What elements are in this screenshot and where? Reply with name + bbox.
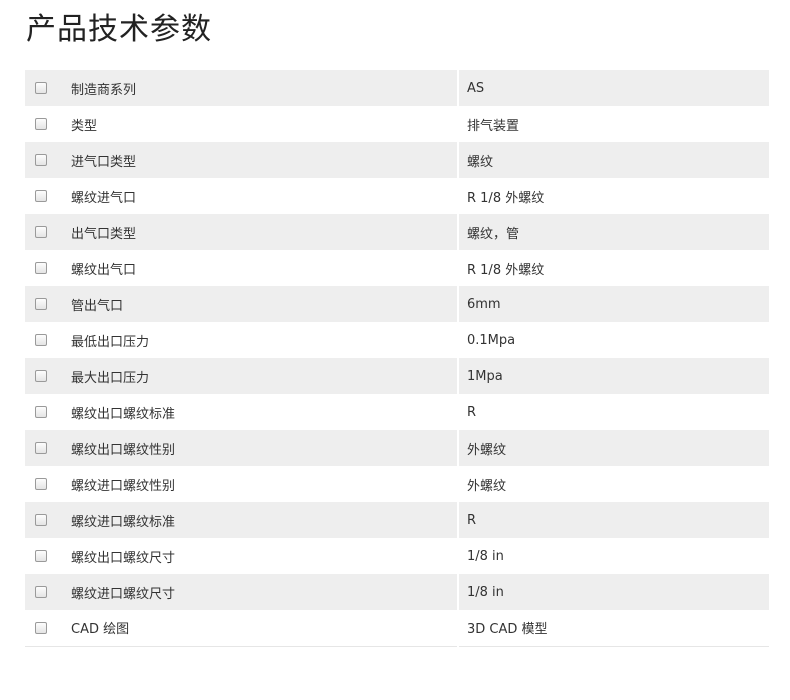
spec-name: 制造商系列 [71,82,137,98]
spec-select-cell [25,322,71,358]
spec-select-cell [25,70,71,106]
spec-name: CAD 绘图 [71,622,130,638]
spec-value: R 1/8 外螺纹 [457,178,769,214]
spec-select-cell [25,142,71,178]
spec-select-cell [25,214,71,250]
spec-name: 最低出口压力 [71,334,150,350]
spec-select-cell [25,394,71,430]
spec-row-checkbox[interactable] [35,190,47,202]
spec-value: 3D CAD 模型 [457,610,769,646]
spec-value: 1/8 in [457,538,769,574]
spec-row: 最大出口压力 1Mpa [25,358,769,394]
spec-table-body: 制造商系列 AS 类型 排气装置 进气口类型 螺纹 螺纹进气口 R 1/8 外螺纹 出气口类型螺… [25,70,769,646]
spec-select-cell [25,466,71,502]
spec-row-checkbox[interactable] [35,226,47,238]
spec-value: 排气装置 [457,106,769,142]
spec-select-cell [25,574,71,610]
spec-row: 螺纹出口螺纹尺寸 1/8 in [25,538,769,574]
spec-select-cell [25,106,71,142]
spec-row: 螺纹进气口 R 1/8 外螺纹 [25,178,769,214]
spec-row-checkbox[interactable] [35,406,47,418]
spec-value: 1/8 in [457,574,769,610]
spec-name: 螺纹进口螺纹尺寸 [71,586,176,602]
spec-name: 类型 [71,118,98,134]
spec-value: R [457,502,769,538]
spec-select-cell [25,250,71,286]
spec-select-cell [25,502,71,538]
spec-value: 外螺纹 [457,430,769,466]
spec-row-checkbox[interactable] [35,442,47,454]
spec-name: 螺纹进口螺纹标准 [71,514,176,530]
spec-row: 螺纹进口螺纹尺寸 1/8 in [25,574,769,610]
spec-row: 进气口类型 螺纹 [25,142,769,178]
spec-row-checkbox[interactable] [35,118,47,130]
spec-name: 出气口类型 [71,226,137,242]
spec-name: 螺纹出口螺纹性别 [71,442,176,458]
spec-value: 0.1Mpa [457,322,769,358]
spec-name: 螺纹出口螺纹尺寸 [71,550,176,566]
spec-row-checkbox[interactable] [35,514,47,526]
spec-select-cell [25,430,71,466]
spec-row: 制造商系列 AS [25,70,769,106]
spec-table: 制造商系列 AS 类型 排气装置 进气口类型 螺纹 螺纹进气口 R 1/8 外螺纹 出气口类型螺… [25,70,769,647]
spec-row: 最低出口压力 0.1Mpa [25,322,769,358]
spec-row-checkbox[interactable] [35,586,47,598]
spec-row-checkbox[interactable] [35,262,47,274]
spec-name: 螺纹进气口 [71,190,137,206]
spec-row: 管出气口 6mm [25,286,769,322]
spec-value: 外螺纹 [457,466,769,502]
spec-value: 6mm [457,286,769,322]
spec-row-checkbox[interactable] [35,298,47,310]
spec-value: 1Mpa [457,358,769,394]
spec-row: 螺纹出口螺纹性别 外螺纹 [25,430,769,466]
spec-row: 出气口类型 螺纹，管 [25,214,769,250]
spec-value: R [457,394,769,430]
spec-select-cell [25,610,71,646]
spec-name: 螺纹出气口 [71,262,137,278]
spec-value: 螺纹 [457,142,769,178]
spec-value: AS [457,70,769,106]
spec-value: 螺纹，管 [457,214,769,250]
spec-select-cell [25,178,71,214]
spec-row: 螺纹出口螺纹标准 R [25,394,769,430]
spec-row-checkbox[interactable] [35,478,47,490]
spec-value: R 1/8 外螺纹 [457,250,769,286]
spec-name: 最大出口压力 [71,370,150,386]
page-title: 产品技术参数 [26,12,212,47]
spec-row: 类型 排气装置 [25,106,769,142]
spec-row-checkbox[interactable] [35,370,47,382]
spec-name: 螺纹进口螺纹性别 [71,478,176,494]
spec-select-cell [25,286,71,322]
spec-row-checkbox[interactable] [35,550,47,562]
spec-row: 螺纹出气口 R 1/8 外螺纹 [25,250,769,286]
spec-row: 螺纹进口螺纹性别 外螺纹 [25,466,769,502]
spec-name: 螺纹出口螺纹标准 [71,406,176,422]
spec-name: 进气口类型 [71,154,137,170]
spec-row-checkbox[interactable] [35,621,47,634]
spec-name: 管出气口 [71,298,124,314]
spec-select-cell [25,538,71,574]
spec-row-checkbox[interactable] [35,82,47,94]
spec-row: CAD 绘图 3D CAD 模型 [25,610,769,646]
spec-row-checkbox[interactable] [35,154,47,166]
spec-row: 螺纹进口螺纹标准 R [25,502,769,538]
spec-select-cell [25,358,71,394]
spec-row-checkbox[interactable] [35,334,47,346]
